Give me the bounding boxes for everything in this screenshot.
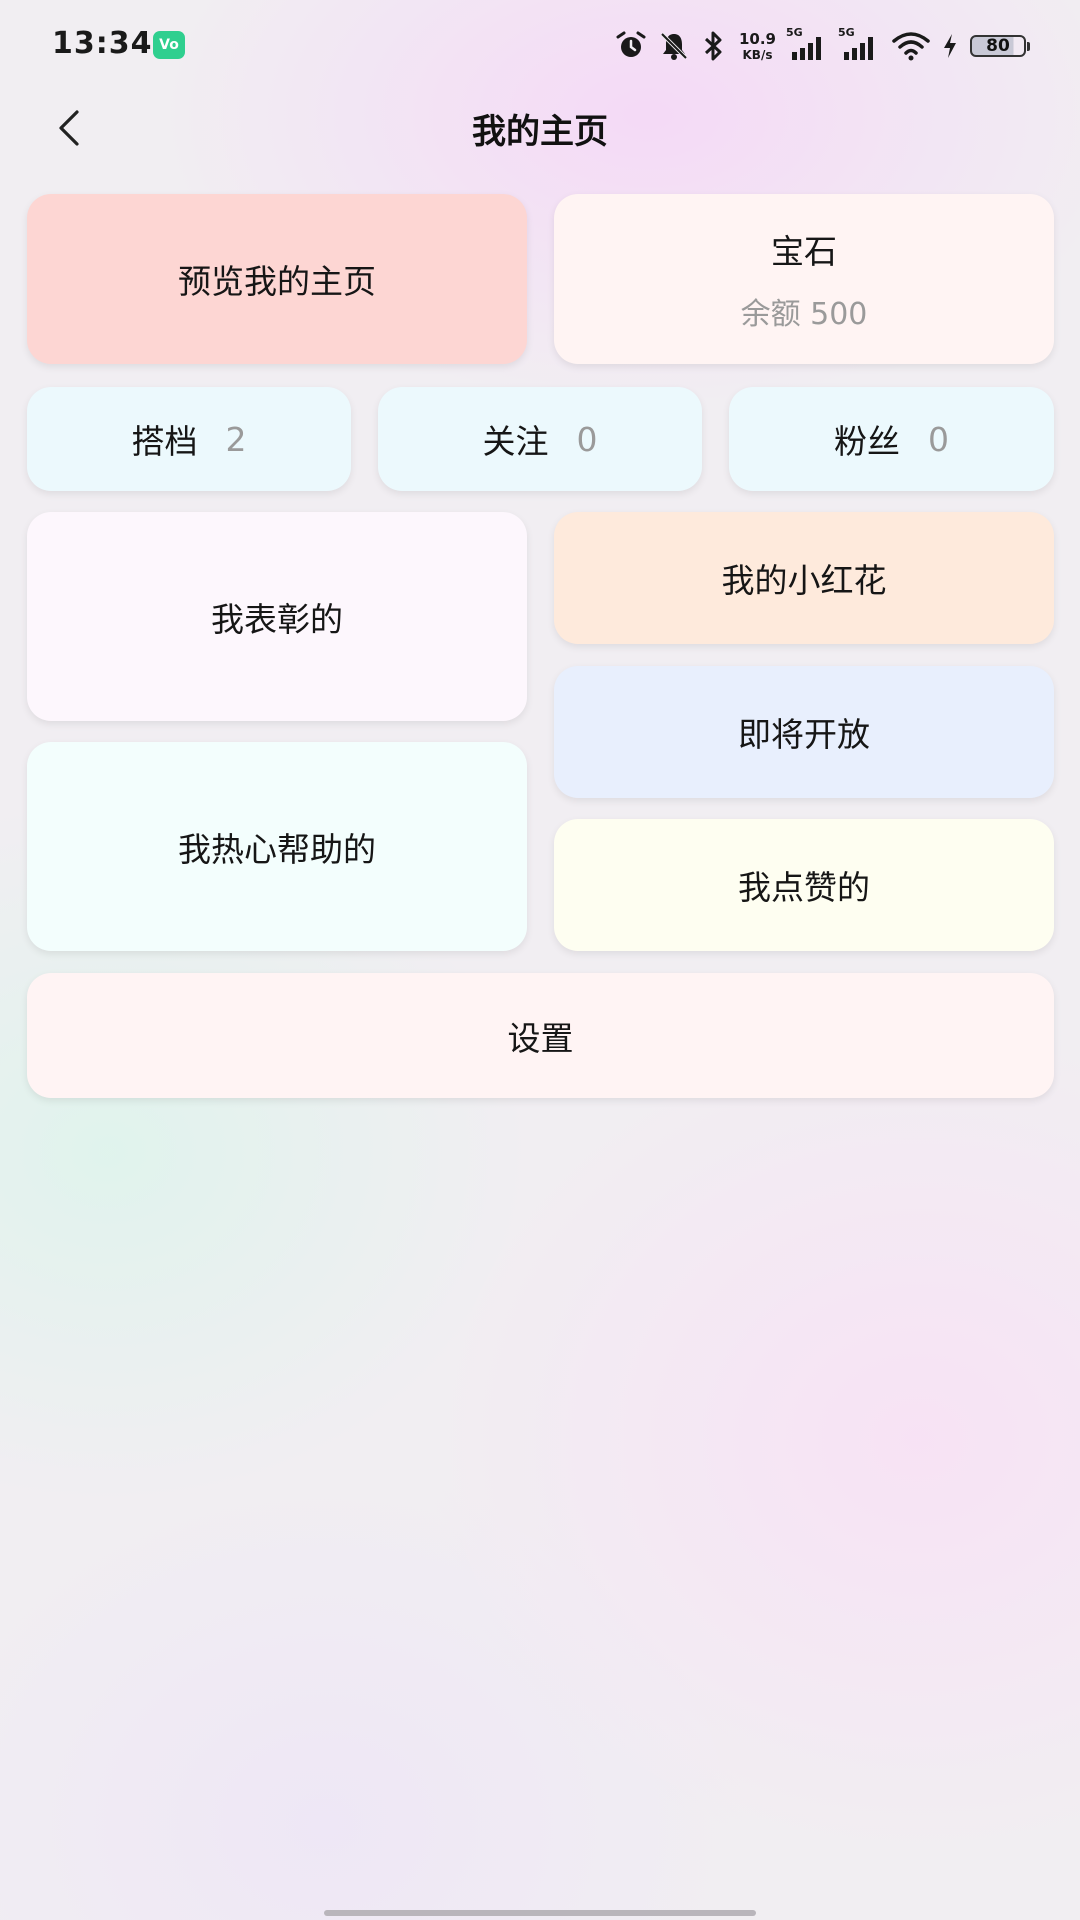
signal-icon: 5G <box>786 26 828 62</box>
helped-label: 我热心帮助的 <box>178 829 376 869</box>
network-speed-value: 10.9 <box>738 29 776 48</box>
gems-label: 宝石 <box>771 232 837 271</box>
battery-icon: 80 <box>970 35 1030 57</box>
coming-soon-label: 即将开放 <box>738 715 870 754</box>
preview-homepage-label: 预览我的主页 <box>178 262 376 301</box>
fans-label: 粉丝 <box>834 422 900 461</box>
signal-label: 5G <box>838 26 855 39</box>
fans-count: 0 <box>928 419 949 459</box>
helped-button[interactable]: 我热心帮助的 <box>27 742 527 951</box>
mute-bell-icon <box>660 32 688 60</box>
following-button[interactable]: 关注 0 <box>378 387 702 491</box>
status-icons: 10.9 KB/s 5G 5G 80 <box>615 26 1030 66</box>
liked-button[interactable]: 我点赞的 <box>554 819 1054 951</box>
app-notification-icon: Vo <box>153 31 185 59</box>
following-label: 关注 <box>482 422 549 461</box>
partners-button[interactable]: 搭档 2 <box>27 387 351 491</box>
partners-label: 搭档 <box>131 422 198 461</box>
commended-label: 我表彰的 <box>211 599 343 639</box>
status-bar: 13:34 Vo 10.9 KB/s 5G 5G 80 <box>0 0 1080 90</box>
settings-label: 设置 <box>507 1018 574 1058</box>
settings-button[interactable]: 设置 <box>27 973 1054 1098</box>
red-flower-label: 我的小红花 <box>721 561 887 600</box>
signal-label: 5G <box>786 26 803 39</box>
network-speed-unit: KB/s <box>742 47 773 62</box>
fans-button[interactable]: 粉丝 0 <box>729 387 1054 491</box>
bluetooth-icon <box>704 31 722 61</box>
wifi-icon <box>892 32 930 61</box>
gems-button[interactable]: 宝石 余额 500 <box>554 194 1054 364</box>
red-flower-button[interactable]: 我的小红花 <box>554 512 1054 644</box>
gems-balance: 余额 500 <box>740 297 868 332</box>
coming-soon-button[interactable]: 即将开放 <box>554 666 1054 798</box>
network-speed: 10.9 KB/s <box>738 29 776 62</box>
page-title: 我的主页 <box>472 112 608 152</box>
charging-icon <box>944 34 956 58</box>
following-count: 0 <box>576 419 598 459</box>
commended-button[interactable]: 我表彰的 <box>27 512 527 721</box>
alarm-icon <box>616 31 646 57</box>
partners-count: 2 <box>225 419 247 459</box>
signal-icon: 5G <box>838 26 880 62</box>
liked-label: 我点赞的 <box>738 868 870 907</box>
status-time: 13:34 <box>52 26 153 61</box>
preview-homepage-button[interactable]: 预览我的主页 <box>27 194 527 364</box>
home-indicator[interactable] <box>324 1910 756 1916</box>
